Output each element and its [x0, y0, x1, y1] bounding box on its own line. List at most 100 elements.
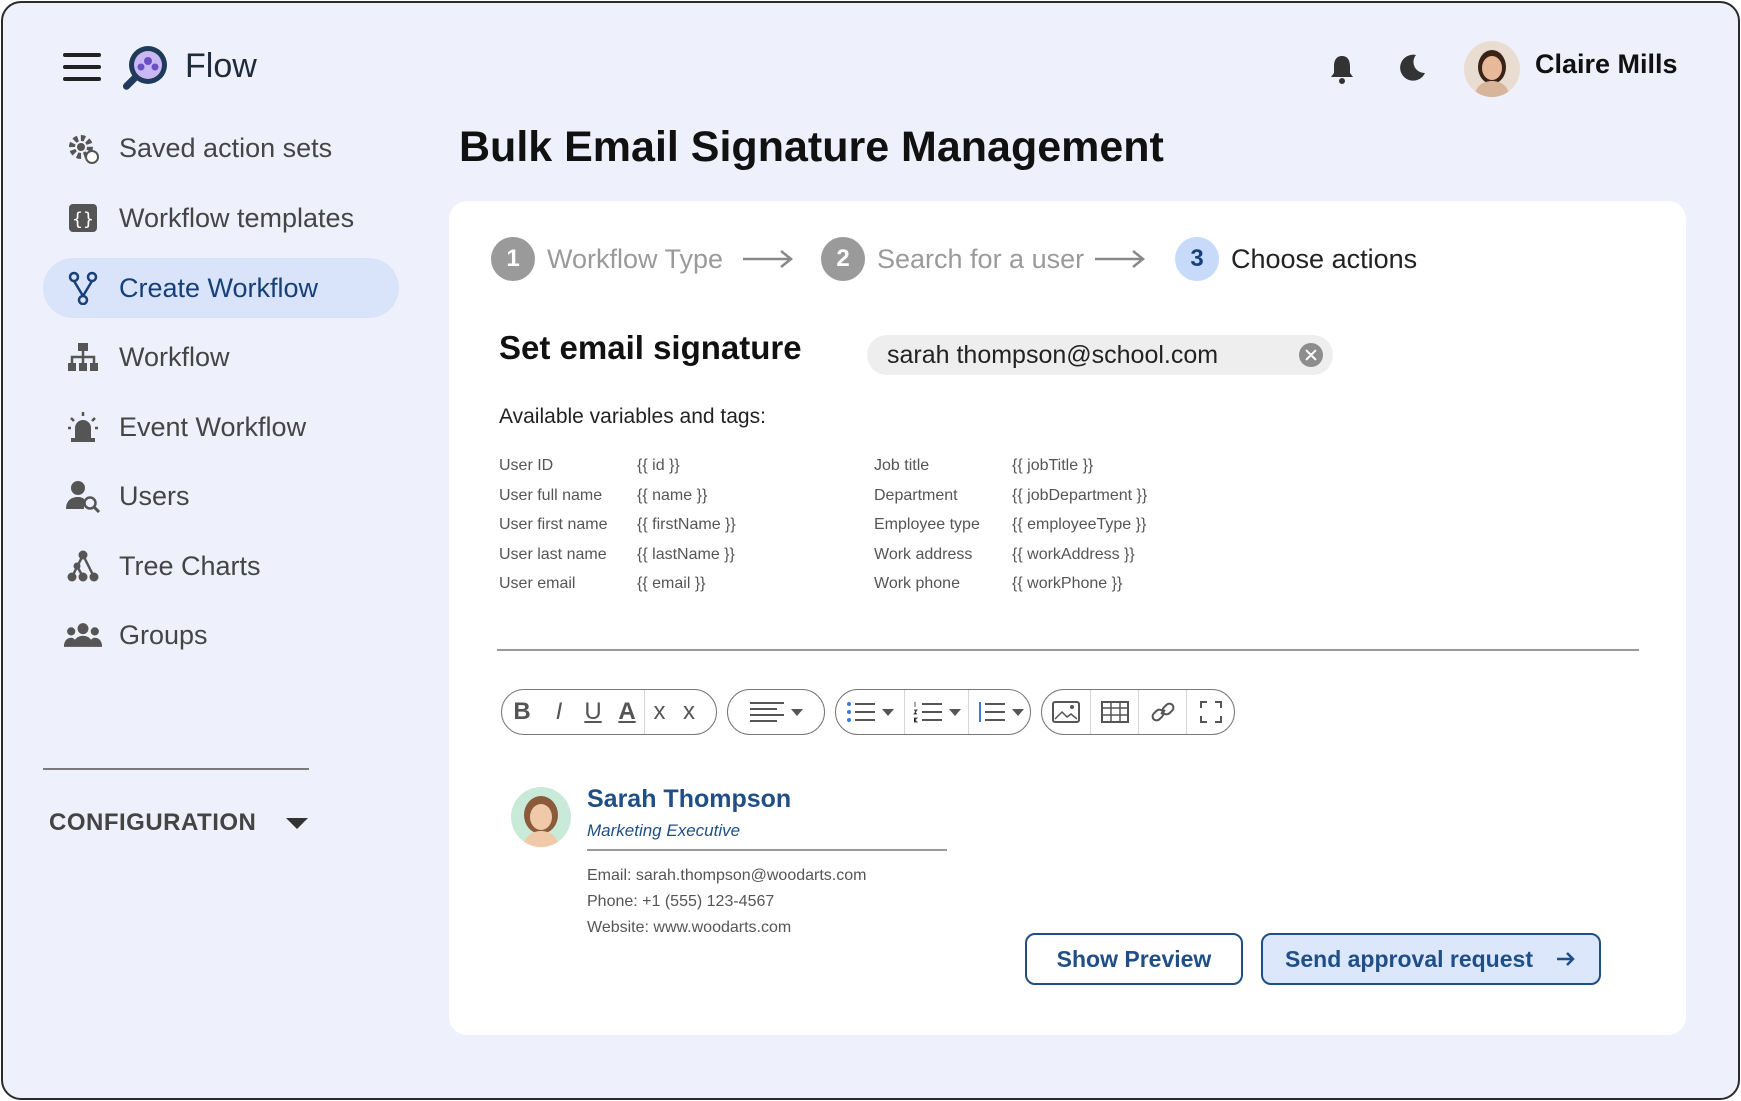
sidebar-item-label: Saved action sets — [119, 132, 333, 163]
sidebar-item-workflow[interactable]: Workflow — [43, 327, 399, 387]
variable-label: Department — [874, 487, 958, 504]
clear-format-button[interactable]: x — [644, 690, 674, 734]
list-group — [835, 689, 1031, 735]
variable-tag: {{ lastName }} — [637, 546, 735, 563]
send-approval-button[interactable]: Send approval request — [1261, 933, 1601, 985]
signature-name: Sarah Thompson — [587, 785, 792, 813]
step-workflow-type[interactable]: 1 Workflow Type — [491, 237, 723, 281]
signature-phone: Phone: +1 (555) 123-4567 — [587, 893, 775, 910]
step-label: Workflow Type — [547, 243, 724, 274]
variable-tag: {{ employeeType }} — [1012, 516, 1147, 533]
variable-tag: {{ email }} — [637, 575, 706, 592]
sidebar-item-event-workflow[interactable]: Event Workflow — [43, 397, 399, 457]
step-number: 2 — [821, 237, 865, 281]
gear-refresh-icon — [63, 128, 103, 168]
font-color-button[interactable]: A — [610, 690, 644, 734]
svg-text:{}: {} — [72, 209, 94, 230]
format-group: B I U A x x — [501, 689, 717, 735]
step-search-user[interactable]: 2 Search for a user — [821, 237, 1084, 281]
signature-divider — [587, 849, 947, 851]
sidebar-item-label: Workflow templates — [119, 202, 355, 233]
variable-label: Job title — [874, 457, 930, 474]
link-icon — [1151, 702, 1174, 722]
variable-label: Work phone — [874, 575, 960, 592]
signature-email: Email: sarah.thompson@woodarts.com — [587, 867, 867, 884]
align-dropdown[interactable] — [728, 690, 824, 734]
variable-label: Work address — [874, 546, 973, 563]
variables-heading: Available variables and tags: — [499, 405, 766, 428]
bullet-list-button[interactable] — [836, 690, 904, 734]
configuration-toggle[interactable]: CONFIGURATION — [49, 809, 309, 837]
step-choose-actions[interactable]: 3 Choose actions — [1175, 237, 1417, 281]
sidebar-item-groups[interactable]: Groups — [43, 605, 399, 665]
section-divider — [497, 649, 1639, 651]
sidebar-divider — [43, 768, 309, 770]
fullscreen-button[interactable] — [1186, 690, 1234, 734]
tree-icon — [63, 546, 103, 586]
insert-image-button[interactable] — [1042, 690, 1090, 734]
bold-button[interactable]: B — [502, 690, 542, 734]
moon-icon[interactable] — [1397, 53, 1427, 83]
insert-link-button[interactable] — [1138, 690, 1186, 734]
sidebar-item-tree-charts[interactable]: Tree Charts — [43, 536, 399, 596]
branch-icon — [63, 268, 103, 308]
expand-icon — [1199, 701, 1222, 723]
italic-button[interactable]: I — [542, 690, 576, 734]
variable-tag: {{ firstName }} — [637, 516, 736, 533]
sidebar-item-workflow-templates[interactable]: {} Workflow templates — [43, 188, 399, 248]
variable-label: Employee type — [874, 516, 980, 533]
bell-icon[interactable] — [1328, 53, 1356, 85]
arrow-right-icon — [1556, 952, 1575, 966]
sidebar-item-label: Tree Charts — [119, 550, 261, 581]
send-approval-label: Send approval request — [1285, 945, 1533, 972]
variable-label: User full name — [499, 487, 603, 504]
align-group — [727, 689, 825, 735]
email-chip-value: sarah thompson@school.com — [887, 340, 1219, 369]
variable-label: User first name — [499, 516, 608, 533]
variable-tag: {{ name }} — [637, 487, 708, 504]
insert-group — [1041, 689, 1235, 735]
insert-table-button[interactable] — [1090, 690, 1138, 734]
variable-tag: {{ id }} — [637, 457, 680, 474]
arrow-right-icon — [743, 250, 794, 268]
bullet-list-icon — [847, 702, 875, 722]
section-title: Set email signature — [499, 329, 802, 366]
underline-button[interactable]: U — [576, 690, 610, 734]
variable-tag: {{ workPhone }} — [1012, 575, 1123, 592]
variable-label: User last name — [499, 546, 607, 563]
app-window: Flow Claire Mills Saved action sets {} W… — [1, 1, 1740, 1100]
top-bar: Flow Claire Mills — [3, 3, 1738, 123]
sidebar-item-label: Users — [119, 480, 190, 511]
braces-icon: {} — [63, 198, 103, 238]
logo-icon — [122, 46, 167, 90]
email-chip[interactable]: sarah thompson@school.com — [867, 335, 1333, 375]
clear-icon[interactable] — [1299, 343, 1323, 367]
menu-icon[interactable] — [63, 53, 101, 81]
sidebar-item-create-workflow[interactable]: Create Workflow — [43, 258, 399, 318]
step-label: Choose actions — [1231, 243, 1418, 274]
numbered-list-button[interactable] — [904, 690, 968, 734]
image-icon — [1052, 701, 1080, 723]
avatar[interactable] — [1464, 41, 1520, 97]
sidebar-item-label: Event Workflow — [119, 411, 307, 442]
sidebar-item-users[interactable]: Users — [43, 466, 399, 526]
stepper: 1 Workflow Type 2 Search for a user 3 Ch… — [491, 237, 1591, 283]
sidebar-item-saved-action-sets[interactable]: Saved action sets — [43, 118, 399, 178]
sidebar-item-label: Create Workflow — [119, 272, 319, 303]
variable-label: User ID — [499, 457, 554, 474]
numbered-list-icon — [912, 702, 942, 723]
user-name[interactable]: Claire Mills — [1535, 49, 1678, 80]
signature-avatar — [511, 787, 571, 847]
show-preview-button[interactable]: Show Preview — [1025, 933, 1243, 985]
configuration-label: CONFIGURATION — [49, 809, 257, 836]
line-height-button[interactable] — [968, 690, 1030, 734]
line-height-icon — [978, 702, 1005, 722]
align-left-icon — [750, 702, 784, 722]
superscript-button[interactable]: x — [674, 690, 704, 734]
variable-label: User email — [499, 575, 576, 592]
arrow-right-icon — [1095, 250, 1146, 268]
app-name: Flow — [185, 47, 257, 85]
alarm-icon — [63, 407, 103, 447]
page-title: Bulk Email Signature Management — [459, 123, 1164, 171]
caret-down-icon — [286, 817, 309, 829]
